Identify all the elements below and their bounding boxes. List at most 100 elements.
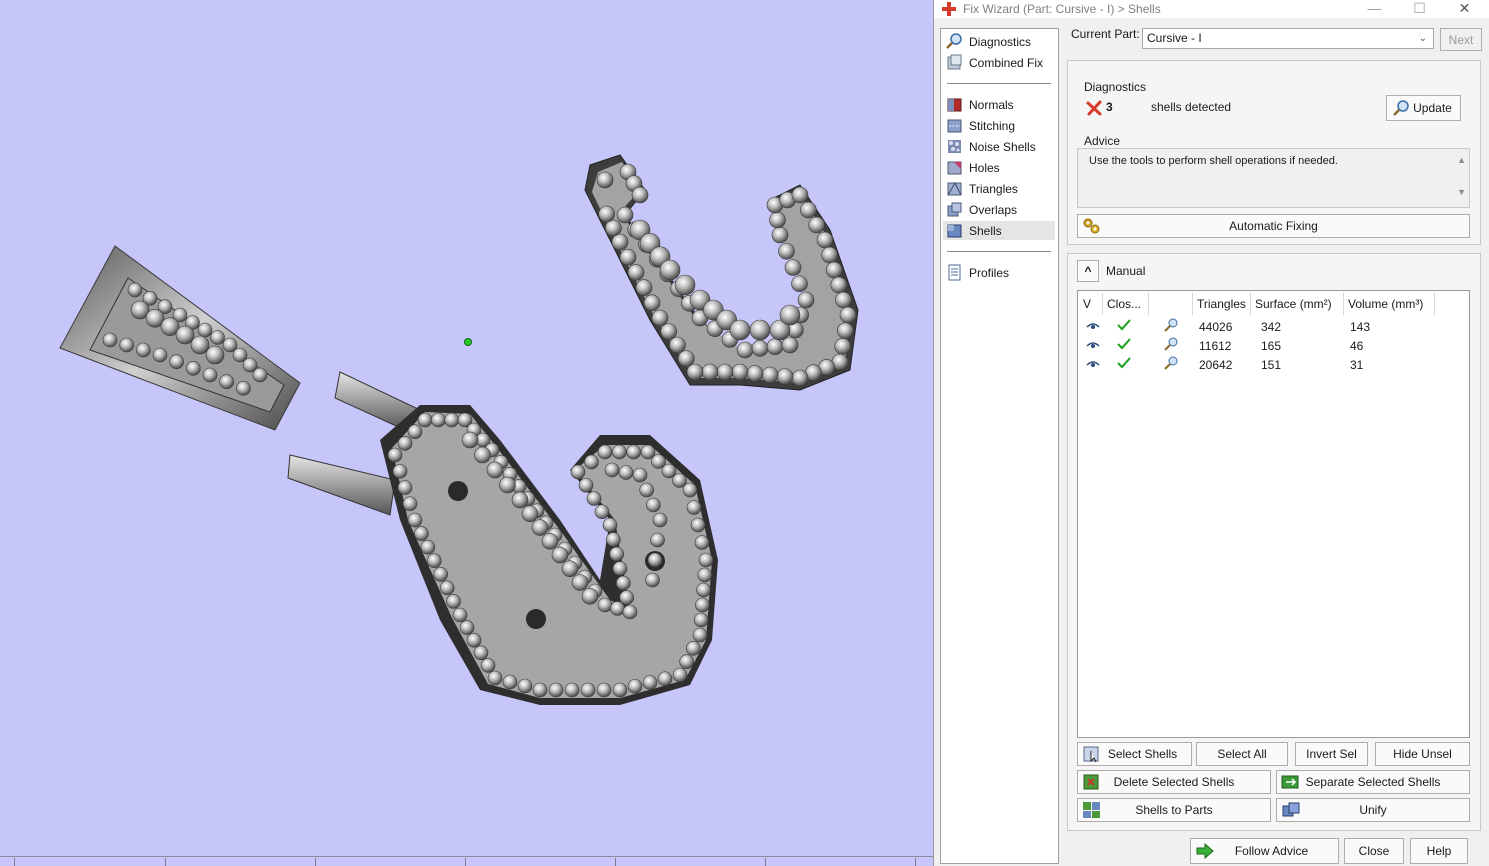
next-button[interactable]: Next [1440, 28, 1482, 51]
column-header-volume[interactable]: Volume (mm³) [1344, 293, 1435, 315]
stone-bead [612, 444, 627, 460]
nav-item-profiles[interactable]: Profiles [943, 263, 1055, 282]
stone-bead [821, 246, 838, 264]
surface-cell: 342 [1261, 319, 1282, 334]
shell-count: 3 [1106, 100, 1113, 114]
nav-item-label: Holes [969, 160, 1000, 175]
stone-bead [596, 171, 614, 189]
select-shells-icon [1083, 746, 1099, 763]
zoom-to-shell-icon[interactable] [1149, 317, 1193, 336]
stone-bead [597, 597, 613, 613]
column-header-visible[interactable]: V [1079, 293, 1103, 315]
maximize-button[interactable]: ☐ [1397, 0, 1442, 18]
stone-bead [646, 497, 661, 513]
eye-icon[interactable] [1079, 320, 1103, 334]
stone-bead [407, 424, 423, 439]
stone-bead [682, 482, 698, 498]
delete-selected-shells-button[interactable]: Delete Selected Shells [1077, 770, 1271, 794]
nav-item-combined-fix[interactable]: Combined Fix [943, 53, 1055, 72]
stone-bead [669, 336, 686, 354]
unify-button[interactable]: Unify [1276, 798, 1470, 822]
stitching-icon [947, 119, 962, 133]
current-part-select[interactable]: Cursive - I ⌄ [1142, 28, 1434, 49]
nav-item-overlaps[interactable]: Overlaps [943, 200, 1055, 219]
nav-item-stitching[interactable]: Stitching [943, 116, 1055, 135]
stone-bead [446, 594, 461, 609]
stone-bead [766, 338, 784, 355]
stone-bead [541, 532, 559, 550]
nav-item-noise-shells[interactable]: Noise Shells [943, 137, 1055, 156]
minimize-button[interactable]: — [1352, 0, 1397, 18]
select-all-button[interactable]: Select All [1196, 742, 1288, 766]
column-header-surface[interactable]: Surface (mm²) [1251, 293, 1344, 315]
follow-advice-button[interactable]: Follow Advice [1190, 838, 1339, 864]
zoom-to-shell-icon[interactable] [1149, 336, 1193, 355]
stone-bead [252, 367, 268, 383]
stone-bead [698, 552, 714, 568]
stone-bead [417, 412, 433, 428]
select-shells-button[interactable]: Select Shells [1077, 742, 1192, 766]
stone-bead [619, 590, 634, 605]
hide-unselected-button[interactable]: Hide Unsel [1375, 742, 1470, 766]
close-window-button[interactable]: ✕ [1442, 0, 1487, 18]
stone-bead [626, 444, 641, 460]
nav-item-shells[interactable]: Shells [943, 221, 1055, 240]
nav-item-label: Combined Fix [969, 55, 1044, 70]
table-row[interactable]: 44026 342 143 [1079, 317, 1435, 336]
stone-bead [392, 463, 408, 479]
stone-bead [816, 231, 834, 249]
nav-item-triangles[interactable]: Triangles [943, 179, 1055, 198]
column-header-action[interactable] [1149, 293, 1193, 315]
stone-bead [511, 491, 529, 509]
nav-item-label: Triangles [969, 181, 1018, 196]
stone-bead [426, 553, 442, 569]
stone-bead [619, 248, 637, 266]
stone-bead [627, 264, 645, 281]
stone-bead [606, 532, 621, 547]
stone-bead [387, 447, 403, 463]
title-bar[interactable]: Fix Wizard (Part: Cursive - I) > Shells … [934, 0, 1489, 18]
nav-item-holes[interactable]: Holes [943, 158, 1055, 177]
combined-fix-icon [947, 54, 962, 70]
stone-bead [791, 275, 808, 293]
nav-item-diagnostics[interactable]: Diagnostics [943, 32, 1055, 51]
check-icon [1103, 338, 1149, 353]
stone-bead [466, 632, 482, 648]
stone-bead [397, 480, 413, 495]
pivot-point[interactable] [464, 338, 472, 346]
invert-selection-button[interactable]: Invert Sel [1295, 742, 1368, 766]
automatic-fixing-button[interactable]: Automatic Fixing [1077, 214, 1470, 238]
stone-bead [645, 572, 660, 588]
stone-bead [474, 446, 491, 464]
column-header-triangles[interactable]: Triangles [1193, 293, 1251, 315]
stone-bead [612, 561, 628, 576]
close-button[interactable]: Close [1344, 838, 1404, 864]
scroll-up-icon[interactable]: ▲ [1457, 155, 1466, 165]
gears-icon [1083, 218, 1100, 234]
collapse-manual-button[interactable]: ^ [1077, 260, 1099, 282]
stone-bead [679, 654, 694, 669]
stone-bead [631, 186, 649, 204]
zoom-to-shell-icon[interactable] [1149, 355, 1193, 374]
eye-icon[interactable] [1079, 339, 1103, 353]
diagnostics-message: shells detected [1151, 100, 1232, 114]
stone-bead [236, 381, 251, 396]
current-part-value: Cursive - I [1147, 31, 1202, 45]
eye-icon[interactable] [1079, 358, 1103, 372]
table-row[interactable]: 11612 165 46 [1079, 336, 1435, 355]
update-button[interactable]: Update [1386, 95, 1461, 121]
help-button[interactable]: Help [1410, 838, 1468, 864]
profiles-icon [948, 264, 961, 281]
scroll-down-icon[interactable]: ▼ [1457, 187, 1466, 197]
column-header-closed[interactable]: Clos... [1103, 293, 1149, 315]
nav-separator [947, 251, 1051, 252]
nav-item-normals[interactable]: Normals [943, 95, 1055, 114]
table-row[interactable]: 20642 151 31 [1079, 355, 1435, 374]
shells-to-parts-button[interactable]: Shells to Parts [1077, 798, 1271, 822]
separate-selected-shells-button[interactable]: Separate Selected Shells [1276, 770, 1470, 794]
stone-bead [686, 363, 704, 381]
nav-item-label: Overlaps [969, 202, 1018, 217]
shells-icon [947, 224, 962, 238]
stone-bead [825, 261, 843, 279]
3d-viewport[interactable] [0, 0, 933, 866]
